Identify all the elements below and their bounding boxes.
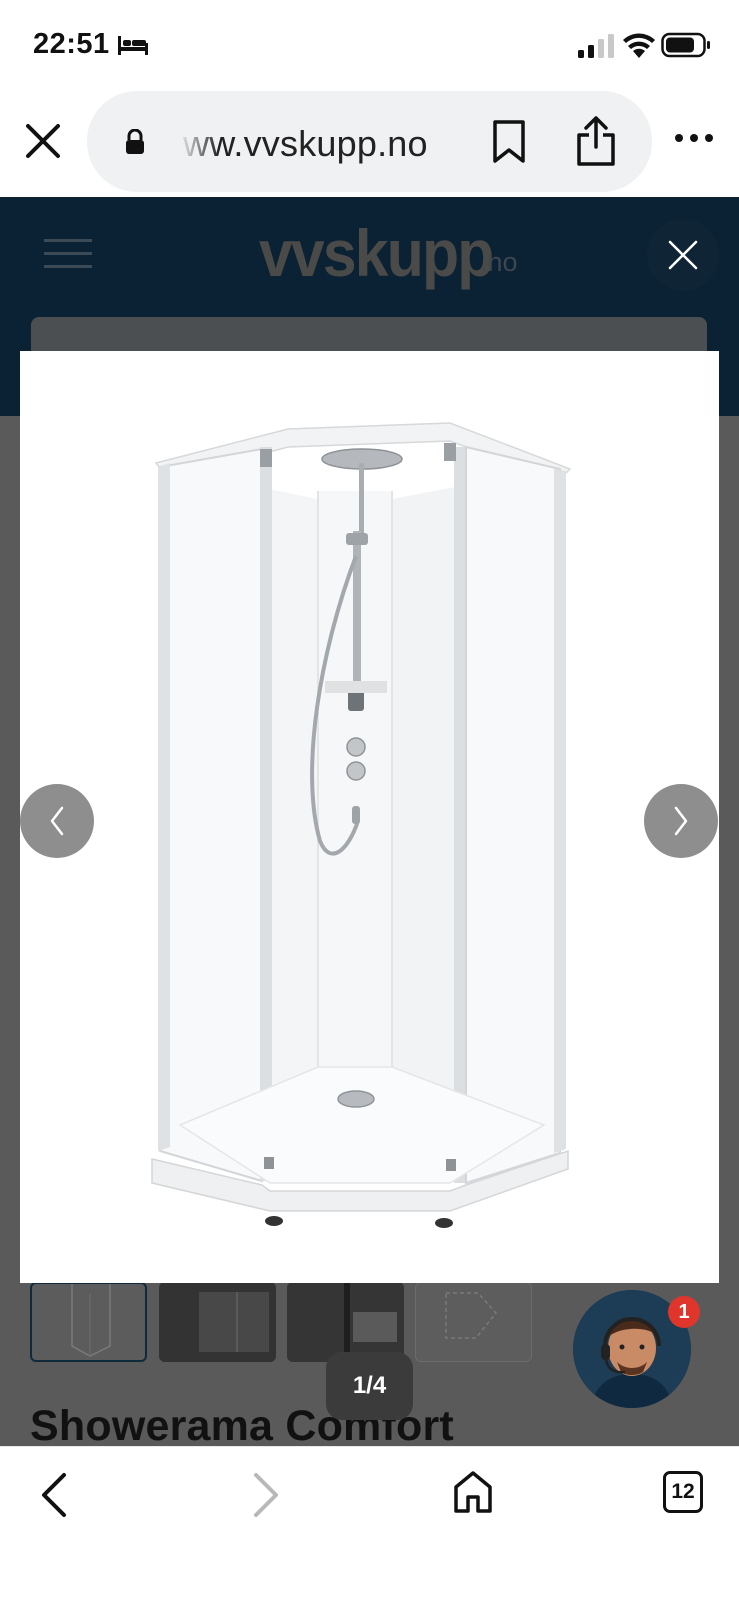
chevron-left-icon <box>50 806 64 836</box>
url-text: ww.vvskupp.no <box>183 123 428 164</box>
product-thumbnail-2[interactable] <box>159 1282 276 1362</box>
product-thumbnail-3[interactable] <box>287 1282 404 1362</box>
site-logo-suffix: .no <box>480 247 518 277</box>
more-icon[interactable] <box>674 132 714 144</box>
home-icon[interactable] <box>452 1469 494 1515</box>
status-bar: 22:51 <box>0 0 739 90</box>
tabs-button[interactable]: 12 <box>663 1471 703 1513</box>
status-time: 22:51 <box>33 28 110 60</box>
address-bar[interactable]: ww.vvskupp.no <box>87 91 652 192</box>
wifi-icon <box>623 33 655 58</box>
lock-icon <box>126 129 144 154</box>
shower-cabin-illustration <box>151 422 572 1228</box>
close-icon <box>668 240 698 270</box>
browser-toolbar: ww.vvskupp.no <box>0 90 739 197</box>
menu-icon[interactable] <box>44 237 94 271</box>
share-icon[interactable] <box>575 115 617 167</box>
forward-icon[interactable] <box>244 1471 284 1519</box>
product-thumbnail-1[interactable] <box>30 1282 147 1362</box>
bed-icon <box>118 36 148 55</box>
product-thumbnail-4[interactable] <box>415 1282 532 1362</box>
site-logo[interactable]: vvskupp <box>259 215 494 291</box>
bottom-toolbar: 12 <box>0 1446 739 1600</box>
back-icon[interactable] <box>36 1471 76 1519</box>
url-fade <box>179 119 219 165</box>
image-counter: 1/4 <box>326 1352 413 1420</box>
next-image-button[interactable] <box>644 784 718 858</box>
signal-icon <box>578 34 614 58</box>
previous-image-button[interactable] <box>20 784 94 858</box>
product-image <box>20 351 719 1283</box>
lightbox-close-button[interactable] <box>647 219 719 291</box>
chat-notification-badge: 1 <box>668 1296 700 1328</box>
battery-icon <box>661 32 710 58</box>
close-icon[interactable] <box>22 120 64 162</box>
bookmark-icon[interactable] <box>491 119 527 165</box>
chevron-right-icon <box>674 806 688 836</box>
